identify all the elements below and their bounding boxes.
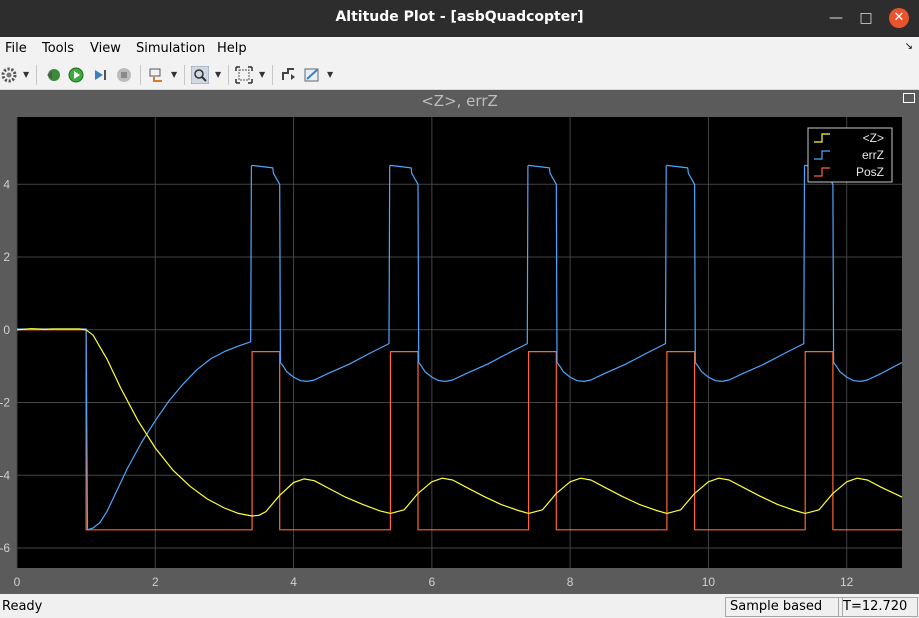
menu-help[interactable]: Help [217, 41, 247, 56]
legend-label: PosZ [856, 165, 884, 179]
fit-axes-icon[interactable] [235, 66, 253, 84]
line-chart[interactable]: 0 2 4 6 8 10 12 4 2 0 -2 -4 -6 <Z> errZ PosZ [0, 90, 919, 594]
undock-icon[interactable]: ↘ [905, 41, 913, 52]
close-icon[interactable]: ✕ [889, 8, 909, 28]
menu-file[interactable]: File [5, 41, 27, 56]
minimize-icon[interactable]: — [826, 8, 846, 28]
menu-bar: File Tools View Simulation Help ↘ [0, 37, 919, 61]
stop-icon[interactable] [115, 66, 133, 84]
y-tick-label: -4 [0, 468, 10, 482]
step-forward-icon[interactable] [91, 66, 109, 84]
signal-select-icon[interactable] [148, 66, 166, 84]
legend[interactable]: <Z> errZ PosZ [807, 127, 893, 183]
menu-tools[interactable]: Tools [42, 41, 74, 56]
run-icon[interactable] [67, 66, 85, 84]
menu-simulation[interactable]: Simulation [136, 41, 205, 56]
trigger-icon[interactable] [280, 66, 298, 84]
chevron-down-icon[interactable]: ▼ [171, 70, 177, 79]
y-tick-label: 4 [3, 177, 10, 191]
zoom-icon[interactable] [191, 66, 209, 84]
step-back-icon[interactable] [44, 66, 62, 84]
x-tick-label: 2 [152, 575, 159, 589]
x-tick-label: 6 [429, 575, 436, 589]
menu-view[interactable]: View [90, 41, 121, 56]
chevron-down-icon[interactable]: ▼ [23, 70, 29, 79]
y-tick-label: -2 [0, 396, 10, 410]
x-tick-label: 12 [840, 575, 854, 589]
status-ready: Ready [2, 599, 43, 614]
x-tick-label: 8 [567, 575, 574, 589]
chevron-down-icon[interactable]: ▼ [327, 70, 333, 79]
chevron-down-icon[interactable]: ▼ [259, 70, 265, 79]
y-tick-label: -6 [0, 541, 10, 555]
x-tick-label: 0 [14, 575, 21, 589]
gear-icon[interactable] [0, 66, 18, 84]
x-tick-label: 4 [290, 575, 297, 589]
status-bar: Ready Sample based T=12.720 [0, 596, 919, 618]
legend-label: <Z> [863, 131, 884, 145]
sample-mode-status: Sample based [725, 597, 843, 617]
x-tick-label: 10 [702, 575, 716, 589]
maximize-icon[interactable]: □ [856, 8, 876, 28]
legend-label: errZ [862, 148, 884, 162]
chevron-down-icon[interactable]: ▼ [215, 70, 221, 79]
style-icon[interactable] [303, 66, 321, 84]
window-title: Altitude Plot - [asbQuadcopter] [335, 9, 584, 25]
y-tick-label: 0 [3, 323, 10, 337]
toolbar: ▼ ▼ ▼ ▼ ▼ [0, 61, 919, 90]
y-tick-label: 2 [3, 250, 10, 264]
time-status: T=12.720 [838, 597, 918, 617]
title-bar: Altitude Plot - [asbQuadcopter] — □ ✕ [0, 0, 919, 37]
